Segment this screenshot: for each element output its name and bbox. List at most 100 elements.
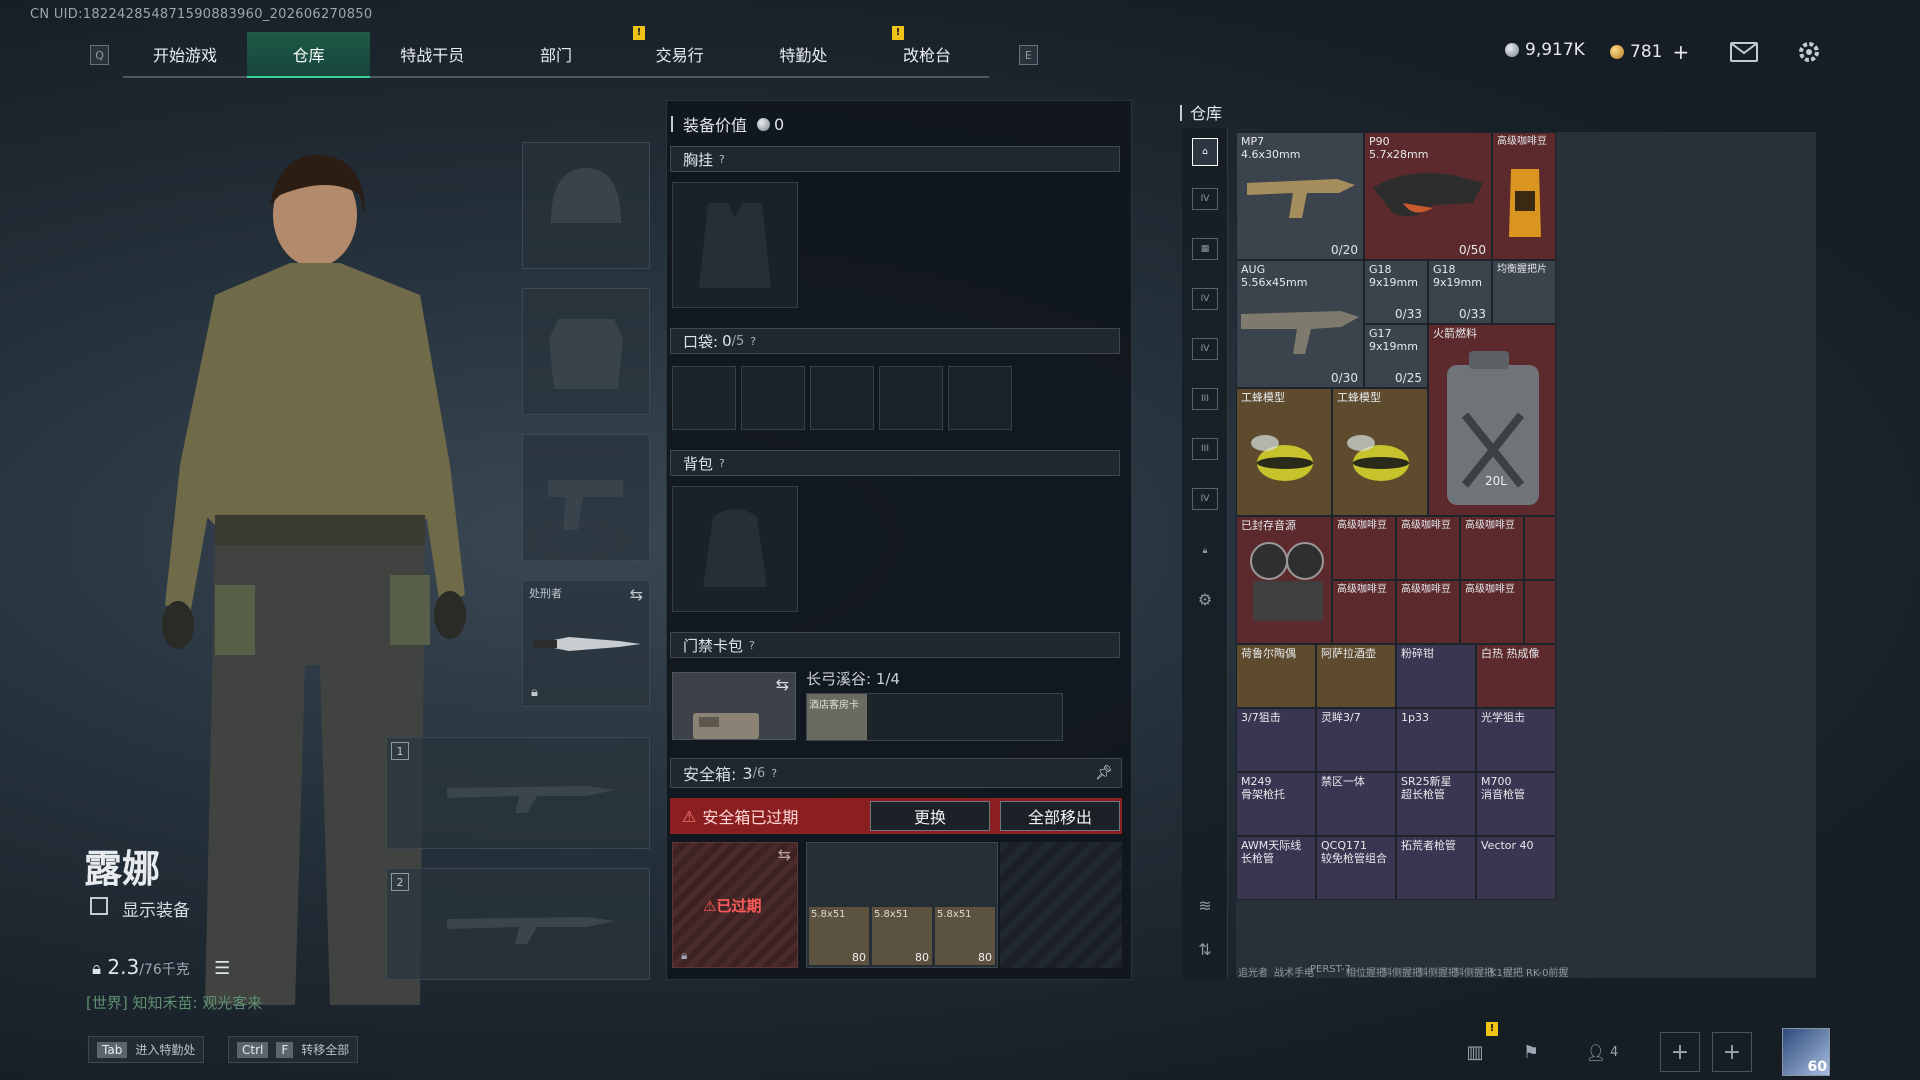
move-all-button[interactable]: 全部移出	[1000, 801, 1120, 831]
world-chat-message[interactable]: [世界] 知知禾苗: 观光客来	[86, 992, 262, 1013]
swap-icon[interactable]: ⇆	[630, 585, 643, 604]
magazine-item[interactable]: Vector 40	[1476, 836, 1556, 900]
storage-tab-icon[interactable]: III	[1192, 388, 1218, 410]
pocket-slot[interactable]	[948, 366, 1012, 430]
storage-tab-icon[interactable]: ▦	[1192, 238, 1218, 260]
coffee-item[interactable]	[1524, 516, 1556, 580]
barrel-item[interactable]: SR25新星 超长枪管	[1396, 772, 1476, 836]
coffee-item[interactable]: 高级咖啡豆	[1396, 516, 1460, 580]
ammo-item[interactable]: 5.8x51 80	[809, 907, 869, 965]
help-icon[interactable]: ?	[719, 153, 725, 166]
hint-special-ops[interactable]: Tab 进入特勤处	[88, 1036, 205, 1063]
storage-tab-icon[interactable]: IV	[1192, 188, 1218, 210]
melee-slot[interactable]: 处刑者 ⇆ 🔒︎	[522, 580, 650, 707]
weapon-item[interactable]: G18 9x19mm 0/33	[1364, 260, 1428, 324]
coffee-item[interactable]: 高级咖啡豆	[1332, 580, 1396, 644]
tab-gunsmith[interactable]: 改枪台	[865, 32, 989, 78]
scope-item[interactable]: 1p33	[1396, 708, 1476, 772]
warehouse-home-icon[interactable]: ⌂	[1192, 138, 1218, 166]
armor-slot[interactable]	[522, 288, 650, 415]
fuel-can-item[interactable]: 火箭燃料 20L	[1428, 324, 1556, 516]
pocket-slot[interactable]	[879, 366, 943, 430]
tab-department[interactable]: 部门	[494, 32, 618, 78]
scope-item[interactable]: 3/7狙击	[1236, 708, 1316, 772]
pocket-slot[interactable]	[672, 366, 736, 430]
gear-icon[interactable]: ⚙	[1192, 588, 1218, 610]
barrel-item[interactable]: 拓荒者枪管	[1396, 836, 1476, 900]
weapon-item[interactable]: G18 9x19mm 0/33	[1428, 260, 1492, 324]
barrel-item[interactable]: M700 消音枪管	[1476, 772, 1556, 836]
doll-item[interactable]: 荷鲁尔陶偶	[1236, 644, 1316, 708]
helmet-slot[interactable]	[522, 142, 650, 269]
swap-icon[interactable]: ⇆	[778, 845, 791, 864]
grip-item[interactable]: 均衡握把片	[1492, 260, 1556, 324]
nav-left-key[interactable]: Q	[90, 45, 110, 65]
pin-icon[interactable]: 📌︎	[1095, 765, 1113, 781]
add-gold-button[interactable]: +	[1672, 40, 1689, 64]
tab-special-ops[interactable]: 特勤处	[741, 32, 866, 78]
coffee-item[interactable]	[1524, 580, 1556, 644]
add-slot-button[interactable]: +	[1712, 1032, 1752, 1072]
flag-icon[interactable]: ⚑	[1516, 1040, 1546, 1064]
help-icon[interactable]: ?	[719, 457, 725, 470]
safe-box-case-slot[interactable]: ⇆ ⚠已过期 🔒︎	[672, 842, 798, 968]
layers-icon[interactable]: ≋	[1192, 894, 1218, 916]
storage-tab-icon[interactable]: IV	[1192, 488, 1218, 510]
coffee-item[interactable]: 高级咖啡豆	[1460, 580, 1524, 644]
help-icon[interactable]: ?	[750, 335, 756, 348]
list-icon[interactable]: ☰	[214, 958, 230, 979]
ammo-item[interactable]: 5.8x51 80	[872, 907, 932, 965]
hint-transfer-all[interactable]: Ctrl F 转移全部	[228, 1036, 359, 1063]
mail-icon[interactable]	[1730, 42, 1758, 62]
reel-recorder-item[interactable]: 已封存音源	[1236, 516, 1332, 644]
coffee-item[interactable]: 高级咖啡豆	[1492, 132, 1556, 260]
tab-operators[interactable]: 特战干员	[370, 32, 495, 78]
stats-icon[interactable]: ▥	[1460, 1040, 1490, 1064]
weapon-item[interactable]: G17 9x19mm 0/25	[1364, 324, 1428, 388]
coffee-item[interactable]: 高级咖啡豆	[1332, 516, 1396, 580]
scope-item[interactable]: 灵眸3/7	[1316, 708, 1396, 772]
swap-icon[interactable]: ⇆	[776, 675, 789, 694]
chest-rig-slot[interactable]	[672, 182, 798, 308]
storage-tab-icon[interactable]: IV	[1192, 338, 1218, 360]
barrel-item[interactable]: QCQ171 较免枪管组合	[1316, 836, 1396, 900]
swap-safe-box-button[interactable]: 更换	[870, 801, 990, 831]
primary-weapon-slot-1[interactable]: 1	[386, 737, 650, 849]
ammo-item[interactable]: 5.8x51 80	[935, 907, 995, 965]
weapon-item[interactable]: AUG 5.56x45mm 0/30	[1236, 260, 1364, 388]
gear-icon[interactable]	[1797, 40, 1821, 64]
storage-tab-icon[interactable]: III	[1192, 438, 1218, 460]
sort-icon[interactable]: ⇅	[1192, 938, 1218, 960]
backpack-slot[interactable]	[672, 486, 798, 612]
barrel-item[interactable]: AWM天际线 长枪管	[1236, 836, 1316, 900]
weapon-item[interactable]: P90 5.7x28mm 0/50	[1364, 132, 1492, 260]
show-equipment-checkbox[interactable]	[90, 897, 108, 915]
friends-button[interactable]: 👤︎ 4	[1572, 1040, 1632, 1064]
pocket-slot[interactable]	[810, 366, 874, 430]
thermal-scope-item[interactable]: 白热 热成像	[1476, 644, 1556, 708]
add-slot-button[interactable]: +	[1660, 1032, 1700, 1072]
help-icon[interactable]: ?	[771, 767, 777, 780]
item-durability: 0/30	[1331, 371, 1358, 385]
stock-item[interactable]: M249 骨架枪托	[1236, 772, 1316, 836]
help-icon[interactable]: ?	[749, 639, 755, 652]
keycard-case-slot[interactable]: ⇆	[672, 672, 796, 740]
pistol-slot[interactable]	[522, 434, 650, 561]
player-avatar[interactable]: 60	[1782, 1028, 1830, 1076]
nav-right-key[interactable]: E	[1018, 45, 1038, 65]
coffee-item[interactable]: 高级咖啡豆	[1396, 580, 1460, 644]
trophy-item[interactable]: 阿萨拉酒壶	[1316, 644, 1396, 708]
scope-item[interactable]: 光学狙击	[1476, 708, 1556, 772]
crusher-item[interactable]: 粉碎钳	[1396, 644, 1476, 708]
tab-warehouse[interactable]: 仓库	[246, 32, 371, 78]
primary-weapon-slot-2[interactable]: 2	[386, 868, 650, 980]
tab-start-game[interactable]: 开始游戏	[123, 32, 247, 78]
hotel-room-keycard[interactable]: 酒店客房卡	[807, 694, 867, 740]
pocket-slot[interactable]	[741, 366, 805, 430]
bee-model-item[interactable]: 工蜂模型	[1332, 388, 1428, 516]
coffee-item[interactable]: 高级咖啡豆	[1460, 516, 1524, 580]
bee-model-item[interactable]: 工蜂模型	[1236, 388, 1332, 516]
stock-item[interactable]: 禁区一体	[1316, 772, 1396, 836]
storage-tab-icon[interactable]: IV	[1192, 288, 1218, 310]
weapon-item[interactable]: MP7 4.6x30mm 0/20	[1236, 132, 1364, 260]
